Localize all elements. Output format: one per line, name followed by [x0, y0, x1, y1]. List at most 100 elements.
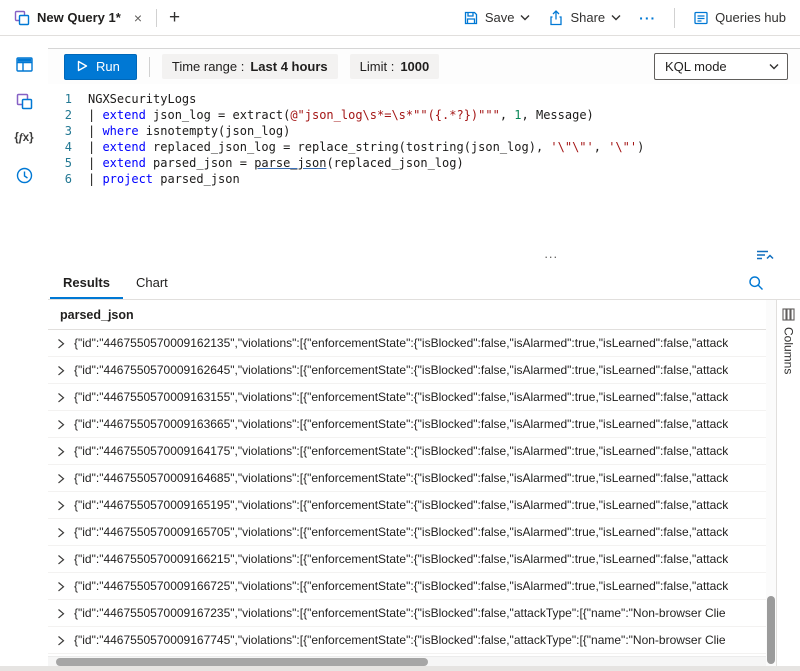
- share-button[interactable]: Share: [548, 10, 621, 26]
- row-json-text: {"id":"4467550570009166215","violations"…: [74, 552, 728, 566]
- line-number: 6: [48, 171, 72, 187]
- splitter-handle[interactable]: ...: [544, 246, 558, 261]
- queries-hub-button[interactable]: Queries hub: [693, 10, 786, 26]
- code-line[interactable]: | extend json_log = extract(@"json_log\s…: [88, 107, 644, 123]
- chevron-down-icon: [611, 14, 621, 21]
- row-json-text: {"id":"4467550570009167745","violations"…: [74, 633, 726, 647]
- column-header-parsed-json[interactable]: parsed_json: [48, 300, 766, 330]
- row-json-text: {"id":"4467550570009164175","violations"…: [74, 444, 728, 458]
- new-tab-button[interactable]: +: [169, 8, 180, 27]
- horizontal-scrollbar-thumb[interactable]: [56, 658, 428, 666]
- tab-bar-actions: Save Share ··· Queries hub: [463, 8, 786, 28]
- line-number: 1: [48, 91, 72, 107]
- collapse-editor-icon[interactable]: [755, 247, 774, 263]
- expand-row-icon[interactable]: [48, 446, 74, 457]
- row-json-text: {"id":"4467550570009162645","violations"…: [74, 363, 728, 377]
- results-panel: Results Chart parsed_json {"id":"4467550…: [48, 266, 800, 666]
- time-range-value: Last 4 hours: [250, 59, 327, 74]
- play-icon: [77, 60, 88, 72]
- table-row[interactable]: {"id":"4467550570009162135","violations"…: [48, 330, 766, 357]
- time-range-picker[interactable]: Time range : Last 4 hours: [162, 54, 338, 79]
- tab-chart[interactable]: Chart: [123, 266, 181, 299]
- expand-row-icon[interactable]: [48, 635, 74, 646]
- bottom-strip: [0, 666, 800, 671]
- table-row[interactable]: {"id":"4467550570009164685","violations"…: [48, 465, 766, 492]
- row-json-text: {"id":"4467550570009163155","violations"…: [74, 390, 728, 404]
- line-number: 4: [48, 139, 72, 155]
- line-number: 5: [48, 155, 72, 171]
- table-row[interactable]: {"id":"4467550570009163665","violations"…: [48, 411, 766, 438]
- expand-row-icon[interactable]: [48, 554, 74, 565]
- tab-divider: [156, 9, 157, 27]
- vertical-divider: [674, 8, 675, 28]
- save-button[interactable]: Save: [463, 10, 531, 26]
- row-json-text: {"id":"4467550570009163665","violations"…: [74, 417, 728, 431]
- columns-panel-label[interactable]: Columns: [782, 327, 796, 374]
- query-file-icon: [14, 10, 30, 26]
- query-workspace: Run Time range : Last 4 hours Limit : 10…: [48, 36, 800, 666]
- line-number: 2: [48, 107, 72, 123]
- table-row[interactable]: {"id":"4467550570009164175","violations"…: [48, 438, 766, 465]
- editor-code[interactable]: NGXSecurityLogs| extend json_log = extra…: [72, 91, 644, 246]
- kql-editor[interactable]: 123456 NGXSecurityLogs| extend json_log …: [48, 84, 800, 246]
- query-tab[interactable]: New Query 1* ×: [12, 0, 144, 35]
- expand-row-icon[interactable]: [48, 581, 74, 592]
- chevron-down-icon: [769, 63, 779, 70]
- tables-pane-icon[interactable]: [12, 52, 36, 76]
- expand-row-icon[interactable]: [48, 365, 74, 376]
- search-results-button[interactable]: [748, 275, 764, 291]
- line-number: 3: [48, 123, 72, 139]
- table-row[interactable]: {"id":"4467550570009166215","violations"…: [48, 546, 766, 573]
- queries-hub-label: Queries hub: [715, 10, 786, 25]
- code-line[interactable]: | project parsed_json: [88, 171, 644, 187]
- table-row[interactable]: {"id":"4467550570009167235","violations"…: [48, 600, 766, 627]
- table-row[interactable]: {"id":"4467550570009165705","violations"…: [48, 519, 766, 546]
- expand-row-icon[interactable]: [48, 527, 74, 538]
- vertical-scrollbar-thumb[interactable]: [767, 596, 775, 664]
- code-line[interactable]: | extend parsed_json = parse_json(replac…: [88, 155, 644, 171]
- row-json-text: {"id":"4467550570009165195","violations"…: [74, 498, 728, 512]
- limit-control[interactable]: Limit : 1000: [350, 54, 440, 79]
- close-tab-icon[interactable]: ×: [134, 10, 142, 26]
- tab-title: New Query 1*: [37, 10, 121, 25]
- more-actions-button[interactable]: ···: [639, 10, 656, 26]
- code-line[interactable]: | where isnotempty(json_log): [88, 123, 644, 139]
- query-history-icon[interactable]: [12, 163, 36, 187]
- columns-side-panel-tab[interactable]: Columns: [776, 300, 800, 666]
- functions-pane-icon[interactable]: {fx}: [12, 126, 36, 150]
- expand-row-icon[interactable]: [48, 473, 74, 484]
- table-row[interactable]: {"id":"4467550570009163155","violations"…: [48, 384, 766, 411]
- left-icon-sidebar: {fx}: [0, 36, 48, 666]
- table-row[interactable]: {"id":"4467550570009166725","violations"…: [48, 573, 766, 600]
- query-toolbar: Run Time range : Last 4 hours Limit : 10…: [48, 48, 800, 84]
- expand-row-icon[interactable]: [48, 500, 74, 511]
- vertical-scrollbar[interactable]: [766, 300, 776, 666]
- save-icon: [463, 10, 479, 26]
- expand-row-icon[interactable]: [48, 608, 74, 619]
- table-row[interactable]: {"id":"4467550570009162645","violations"…: [48, 357, 766, 384]
- editor-gutter: 123456: [48, 91, 72, 246]
- expand-row-icon[interactable]: [48, 392, 74, 403]
- row-json-text: {"id":"4467550570009162135","violations"…: [74, 336, 728, 350]
- example-queries-icon[interactable]: [12, 89, 36, 113]
- row-json-text: {"id":"4467550570009165705","violations"…: [74, 525, 728, 539]
- code-line[interactable]: NGXSecurityLogs: [88, 91, 644, 107]
- editor-results-splitter[interactable]: ...: [48, 246, 800, 266]
- chevron-down-icon: [520, 14, 530, 21]
- table-row[interactable]: {"id":"4467550570009165195","violations"…: [48, 492, 766, 519]
- horizontal-scrollbar[interactable]: [48, 656, 766, 666]
- table-row[interactable]: {"id":"4467550570009167745","violations"…: [48, 627, 766, 654]
- query-mode-dropdown[interactable]: KQL mode: [654, 53, 788, 80]
- code-line[interactable]: | extend replaced_json_log = replace_str…: [88, 139, 644, 155]
- results-tab-bar: Results Chart: [48, 266, 800, 300]
- row-json-text: {"id":"4467550570009167235","violations"…: [74, 606, 726, 620]
- run-button[interactable]: Run: [64, 54, 137, 80]
- save-label: Save: [485, 10, 515, 25]
- tab-results[interactable]: Results: [50, 266, 123, 299]
- expand-row-icon[interactable]: [48, 419, 74, 430]
- expand-row-icon[interactable]: [48, 338, 74, 349]
- queries-hub-icon: [693, 10, 709, 26]
- limit-value: 1000: [400, 59, 429, 74]
- results-rows: {"id":"4467550570009162135","violations"…: [48, 330, 766, 656]
- time-range-label: Time range :: [172, 59, 245, 74]
